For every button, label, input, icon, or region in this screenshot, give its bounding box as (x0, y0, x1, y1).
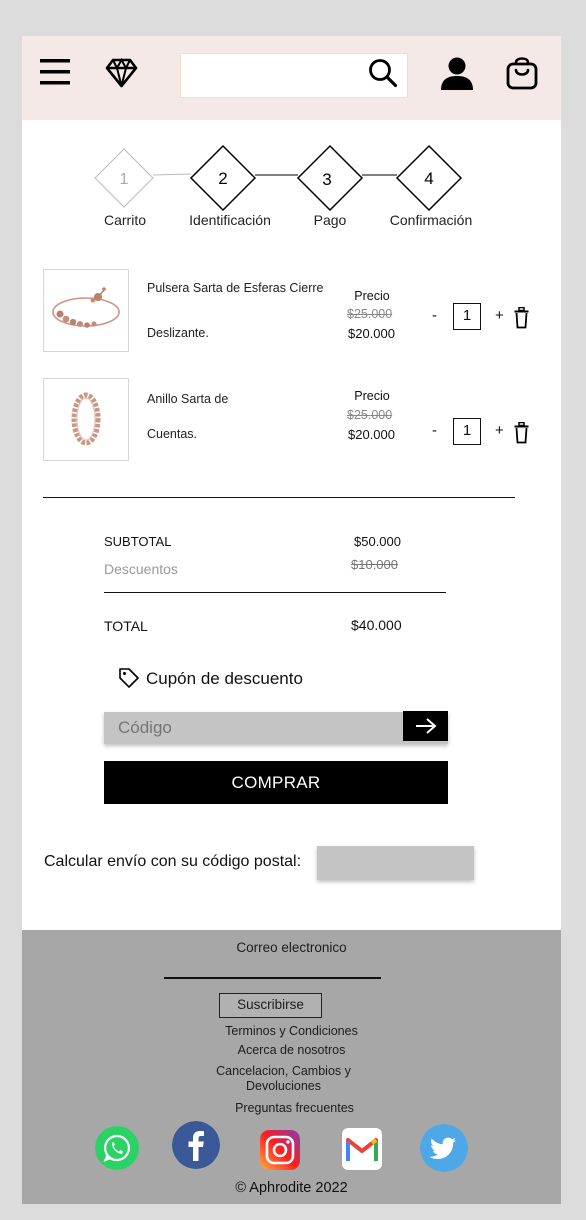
price: $20.000 (348, 326, 395, 341)
header (22, 36, 561, 120)
returns-link-line2[interactable]: Devoluciones (14, 1079, 553, 1093)
increase-qty-button[interactable]: + (495, 422, 504, 439)
qty-field[interactable]: 1 (453, 418, 481, 445)
bracelet-image (52, 287, 120, 328)
product-name-line1: Pulsera Sarta de Esferas Cierre (147, 281, 324, 295)
page: 1 2 3 4 Carrito Identificación Pago Conf… (22, 36, 561, 1204)
copyright-icon: © (235, 1180, 247, 1196)
discount-label: Descuentos (104, 561, 178, 577)
product-name-line1: Anillo Sarta de (147, 392, 229, 406)
price-label: Precio (354, 389, 390, 403)
cart-divider (43, 497, 515, 498)
total-value: $40.000 (351, 617, 402, 633)
step-4-label[interactable]: Confirmación (390, 212, 472, 228)
trash-icon[interactable] (514, 422, 529, 444)
step-3-number: 3 (322, 170, 331, 189)
user-icon[interactable] (439, 56, 475, 92)
whatsapp-icon[interactable] (95, 1126, 139, 1170)
qty-field[interactable]: 1 (453, 303, 481, 330)
email-input-line[interactable] (164, 977, 381, 979)
product-image-ring[interactable] (43, 378, 129, 461)
total-label: TOTAL (104, 618, 148, 634)
totals-divider (104, 592, 446, 593)
discount-value: $10.000 (351, 557, 398, 572)
step-1-number: 1 (120, 171, 129, 188)
old-price: $25.000 (347, 408, 393, 422)
step-2-label[interactable]: Identificación (189, 212, 271, 228)
search-icon[interactable] (368, 58, 398, 88)
coupon-title: Cupón de descuento (146, 669, 303, 688)
faq-link[interactable]: Preguntas frecuentes (25, 1101, 564, 1115)
checkout-stepper: 1 2 3 4 (94, 144, 463, 211)
product-name-line2: Cuentas. (147, 427, 198, 441)
diamond-logo-icon[interactable] (105, 58, 138, 88)
decrease-qty-button[interactable]: - (432, 307, 437, 324)
shopping-bag-icon[interactable] (506, 57, 538, 90)
gmail-icon[interactable] (342, 1128, 382, 1170)
facebook-icon[interactable] (172, 1121, 220, 1169)
price-label: Precio (354, 289, 390, 303)
product-name-line2: Deslizante. (147, 326, 209, 340)
product-image-bracelet[interactable] (43, 269, 129, 352)
tag-icon (119, 668, 139, 688)
price: $20.000 (348, 427, 395, 442)
about-link[interactable]: Acerca de nosotros (22, 1043, 561, 1057)
twitter-icon[interactable] (420, 1124, 468, 1172)
step-4-number: 4 (424, 169, 433, 188)
subtotal-value: $50.000 (354, 534, 401, 549)
decrease-qty-button[interactable]: - (432, 422, 437, 439)
trash-icon[interactable] (514, 307, 529, 329)
subtotal-label: SUBTOTAL (104, 534, 172, 549)
apply-coupon-button[interactable] (403, 711, 448, 741)
subscribe-button[interactable]: Suscribirse (219, 993, 322, 1018)
footer: Correo electronico Suscribirse Terminos … (22, 930, 561, 1204)
shipping-label: Calcular envío con su código postal: (44, 853, 302, 870)
old-price: $25.000 (347, 307, 393, 321)
step-2-number: 2 (218, 169, 227, 188)
increase-qty-button[interactable]: + (495, 307, 504, 324)
copyright-text: Aphrodite 2022 (249, 1180, 348, 1196)
email-label: Correo electronico (236, 940, 347, 955)
returns-link-line1[interactable]: Cancelacion, Cambios y (14, 1064, 553, 1078)
ring-image (71, 392, 101, 446)
terms-link[interactable]: Terminos y Condiciones (22, 1024, 561, 1038)
step-1-label[interactable]: Carrito (104, 212, 146, 228)
coupon-code-input[interactable] (104, 712, 448, 744)
copyright: © Aphrodite 2022 (22, 1180, 561, 1196)
menu-icon[interactable] (39, 58, 71, 86)
step-3-label[interactable]: Pago (314, 212, 347, 228)
instagram-icon[interactable] (260, 1130, 300, 1170)
postal-code-input[interactable] (317, 846, 474, 880)
buy-button[interactable]: COMPRAR (104, 761, 448, 804)
arrow-right-icon (415, 718, 437, 734)
